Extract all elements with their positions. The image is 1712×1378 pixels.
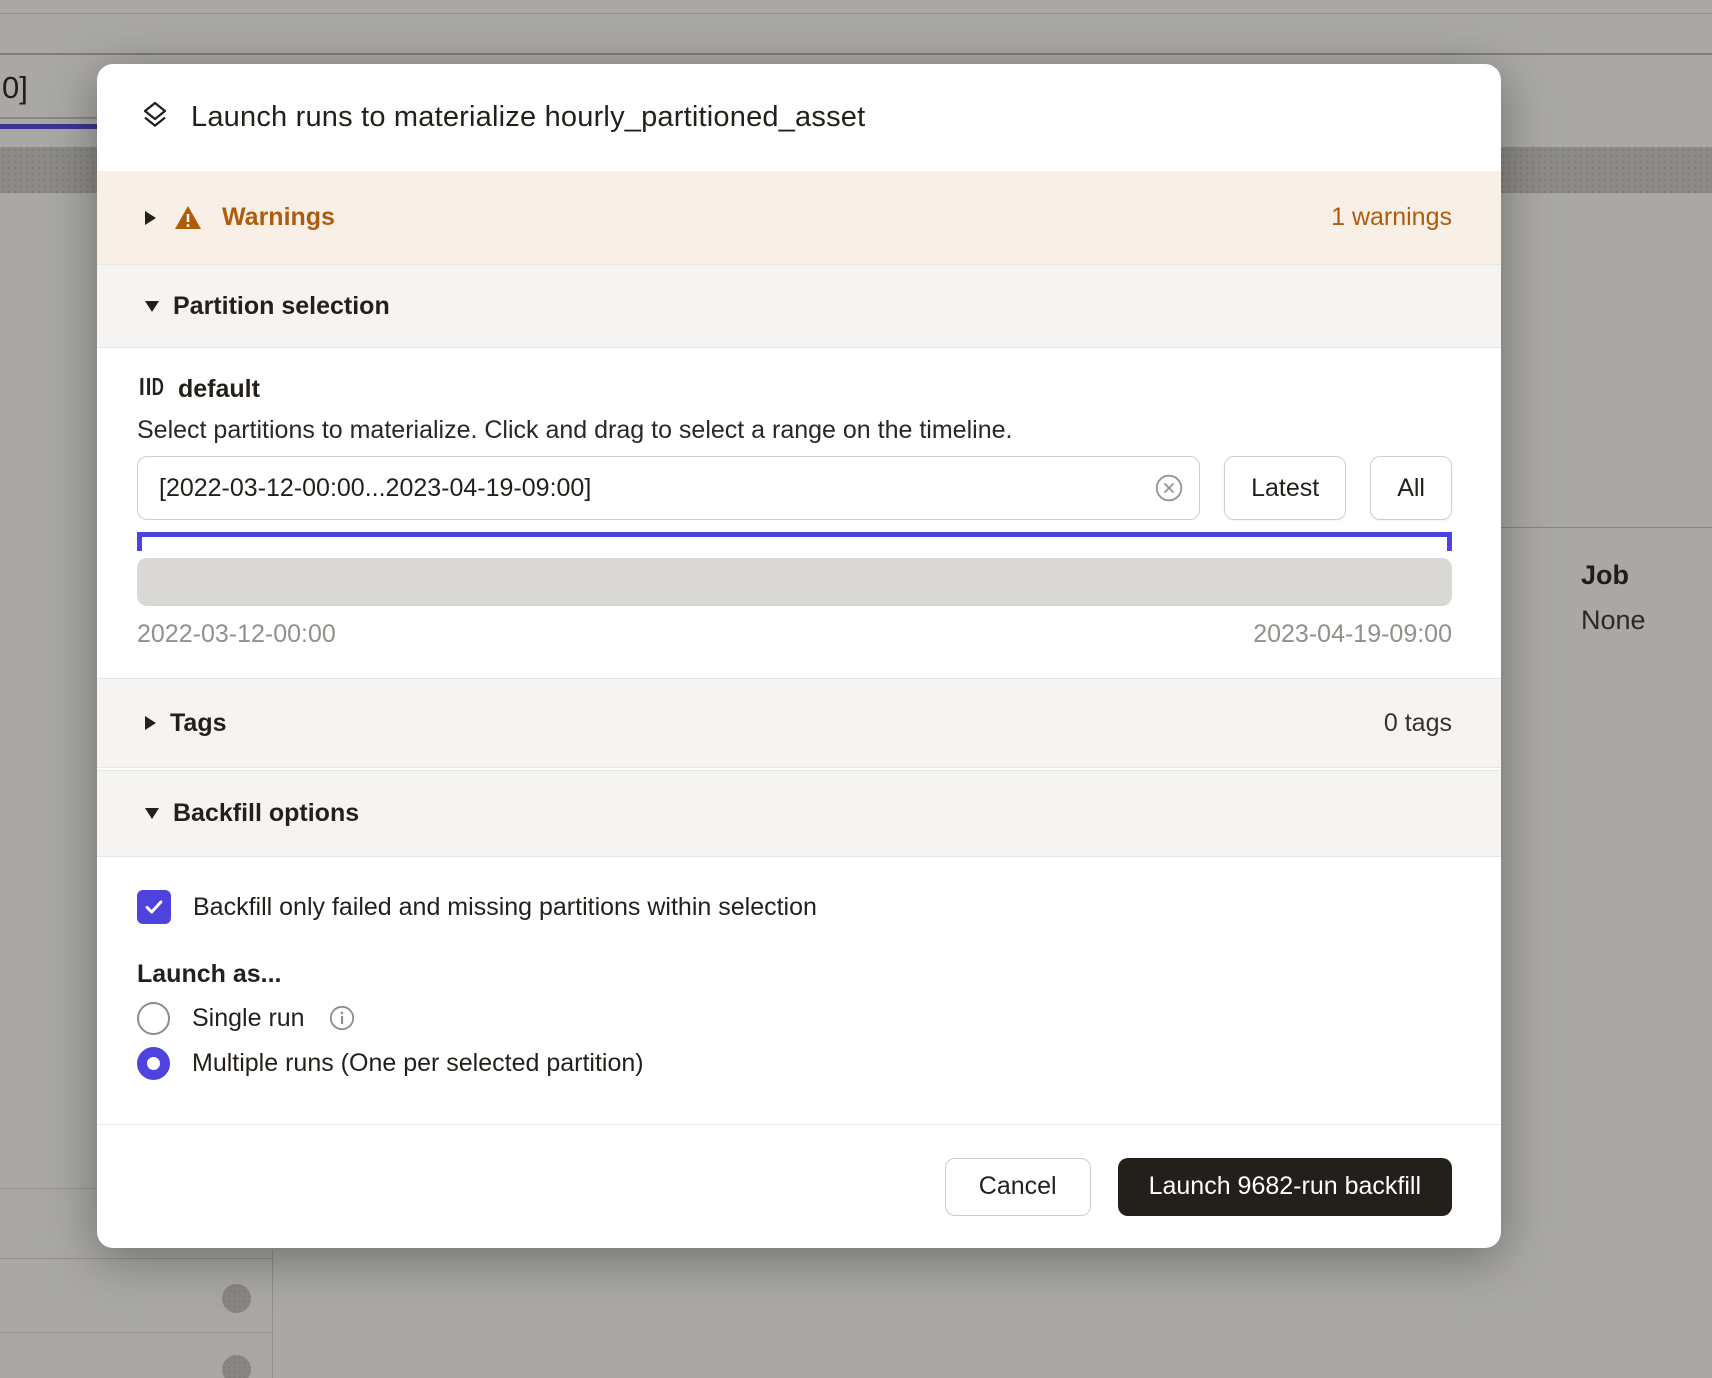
warnings-count: 1 warnings xyxy=(1331,203,1452,232)
dialog-header: Launch runs to materialize hourly_partit… xyxy=(97,64,1501,171)
single-run-label: Single run xyxy=(192,1004,305,1033)
asset-layers-icon xyxy=(139,99,171,136)
tags-section-header[interactable]: Tags 0 tags xyxy=(97,678,1501,768)
chevron-right-icon xyxy=(145,716,156,730)
partition-timeline[interactable] xyxy=(137,558,1452,606)
clear-selection-icon[interactable] xyxy=(1154,473,1184,503)
dialog-footer: Cancel Launch 9682-run backfill xyxy=(97,1124,1501,1248)
multiple-runs-label: Multiple runs (One per selected partitio… xyxy=(192,1049,644,1078)
partition-help-text: Select partitions to materialize. Click … xyxy=(137,416,1452,446)
timeline-end-date: 2023-04-19-09:00 xyxy=(1253,620,1452,649)
launch-backfill-dialog: Launch runs to materialize hourly_partit… xyxy=(97,64,1501,1248)
tags-label: Tags xyxy=(170,709,227,738)
warnings-section-header[interactable]: Warnings 1 warnings xyxy=(97,171,1501,264)
multiple-runs-radio[interactable] xyxy=(137,1047,170,1080)
single-run-radio[interactable] xyxy=(137,1002,170,1035)
launch-backfill-button[interactable]: Launch 9682-run backfill xyxy=(1118,1158,1452,1216)
partition-dimension-name: default xyxy=(178,375,260,404)
cancel-button[interactable]: Cancel xyxy=(945,1158,1091,1216)
partition-range-input-wrap xyxy=(137,456,1200,520)
launch-as-label: Launch as... xyxy=(137,960,1452,990)
backfill-only-failed-checkbox[interactable] xyxy=(137,890,171,924)
timeline-start-date: 2022-03-12-00:00 xyxy=(137,620,336,649)
backfill-options-content: Backfill only failed and missing partiti… xyxy=(97,857,1501,1124)
all-button[interactable]: All xyxy=(1370,456,1452,520)
chevron-down-icon xyxy=(145,301,159,312)
info-icon[interactable] xyxy=(329,1005,355,1031)
latest-button[interactable]: Latest xyxy=(1224,456,1346,520)
tags-count: 0 tags xyxy=(1384,709,1452,738)
partition-set-icon xyxy=(137,373,164,405)
backfill-options-label: Backfill options xyxy=(173,799,359,828)
chevron-down-icon xyxy=(145,808,159,819)
partition-selection-label: Partition selection xyxy=(173,292,390,321)
partition-selection-content: default Select partitions to materialize… xyxy=(97,348,1501,678)
backfill-options-section-header[interactable]: Backfill options xyxy=(97,770,1501,857)
warnings-label: Warnings xyxy=(222,203,335,232)
dialog-title: Launch runs to materialize hourly_partit… xyxy=(191,101,865,134)
warning-triangle-icon xyxy=(174,205,202,231)
backfill-only-failed-label: Backfill only failed and missing partiti… xyxy=(193,893,817,922)
selected-range-bracket xyxy=(137,532,1452,551)
chevron-right-icon xyxy=(145,211,156,225)
partition-range-input[interactable] xyxy=(137,456,1200,520)
partition-selection-section-header[interactable]: Partition selection xyxy=(97,264,1501,348)
